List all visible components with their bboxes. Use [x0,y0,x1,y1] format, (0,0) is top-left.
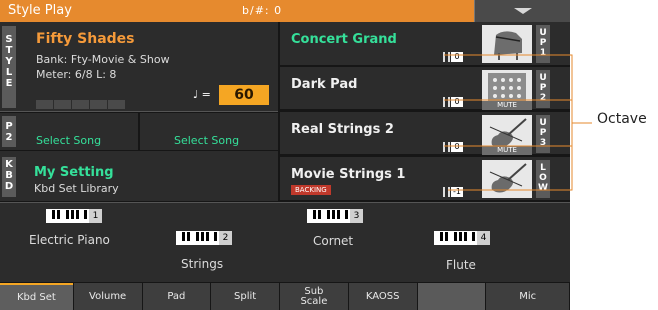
slot-number: 2 [219,231,232,245]
backing-badge: BACKING [291,185,331,195]
octave-indicator: 0 [443,142,463,153]
style-area[interactable]: STYLE Fifty Shades Bank: Fty-Movie & Sho… [0,22,278,112]
page-menu-button[interactable] [474,0,570,22]
sound-row-upper3[interactable]: Real Strings 2 0 MUTE UP3 [280,112,570,155]
tab-sub-scale[interactable]: Sub Scale [280,283,348,310]
player2-vertical-label: P2 [2,116,16,147]
violin-icon [482,160,532,198]
page-title: Style Play [8,3,72,18]
keyboard-set-name: My Setting [34,165,114,180]
indicator [108,100,125,109]
octave-indicator: 0 [443,52,463,63]
keyboard-set-slot-1[interactable]: 1 Electric Piano [29,209,110,247]
octave-value: -1 [451,187,463,197]
tempo-symbol: ♩ = [193,88,211,101]
style-element-indicators [36,94,126,113]
layer-label-low: LOW [536,160,550,198]
slot-number: 1 [89,209,102,223]
octave-value: 0 [451,97,463,107]
octave-indicator: -1 [443,187,463,198]
layer-label-up3: UP3 [536,115,550,153]
keyboard-set-slot-3[interactable]: 3 Cornet [307,209,363,248]
slot-name: Cornet [313,234,354,248]
keyboard-icon [46,209,89,223]
mute-indicator: MUTE [482,146,532,155]
slot-name: Flute [446,258,476,272]
octave-indicator: 0 [443,97,463,108]
indicator [54,100,71,109]
tab-bar: Kbd Set Volume Pad Split Sub Scale KAOSS… [0,283,570,310]
title-bar: Style Play b/#: 0 [0,0,570,22]
tab-mic[interactable]: Mic [486,283,570,310]
indicator [90,100,107,109]
keyboard-icon [176,231,219,245]
sound-name: Real Strings 2 [291,122,394,137]
kbd-vertical-label: KBD [2,157,16,197]
sound-row-lower[interactable]: Movie Strings 1 BACKING -1 LOW [280,157,570,201]
tab-pad[interactable]: Pad [142,283,211,310]
tab-split[interactable]: Split [211,283,280,310]
layer-label-up1: UP1 [536,25,550,63]
tempo-value[interactable]: 60 [219,85,269,105]
indicator [36,100,53,109]
tab-kaoss[interactable]: KAOSS [348,283,417,310]
slot-name: Electric Piano [29,233,110,247]
style-meter: Meter: 6/8 L: 8 [36,68,117,81]
player2-select-song[interactable]: Select Song [174,134,239,147]
octave-value: 0 [451,142,463,152]
sound-name: Movie Strings 1 [291,167,406,182]
octave-value: 0 [451,52,463,62]
sound-row-upper2[interactable]: Dark Pad 0 MUTE UP2 [280,67,570,110]
keyboard-icon [307,209,350,223]
keyboard-set-selector: 1 Electric Piano 2 Strings 3 Cornet 4 Fl… [0,202,570,282]
tab-kbd-set[interactable]: Kbd Set [0,283,73,310]
keyboard-set-slot-4[interactable]: 4 Flute [434,231,490,272]
slot-number: 3 [350,209,363,223]
player-area: P1 Select Song P2 Select Song [0,113,278,150]
divider [138,113,140,150]
style-play-screen: Style Play b/#: 0 STYLE Fifty Shades Ban… [0,0,570,310]
tab-empty [417,283,486,310]
octave-icon [443,52,450,62]
slot-number: 4 [477,231,490,245]
callout-label: Octave [597,111,647,127]
chevron-down-icon [514,8,532,14]
indicator [72,100,89,109]
player1-select-song[interactable]: Select Song [36,134,101,147]
sound-name: Concert Grand [291,32,397,47]
key-signature: b/#: 0 [242,4,283,17]
grand-piano-icon [482,25,532,63]
keyboard-set-slot-2[interactable]: 2 Strings [176,231,232,271]
octave-icon [443,97,450,107]
style-vertical-label: STYLE [2,26,16,108]
style-bank: Bank: Fty-Movie & Show [36,53,170,66]
tab-volume[interactable]: Volume [73,283,142,310]
octave-icon [443,142,450,152]
octave-icon [443,187,450,197]
mute-indicator: MUTE [482,101,532,110]
keyboard-set-area[interactable]: KBD My Setting Kbd Set Library [0,151,278,201]
sound-row-upper1[interactable]: Concert Grand 0 UP1 [280,22,570,66]
keyboard-set-library: Kbd Set Library [34,182,119,195]
layer-label-up2: UP2 [536,70,550,108]
slot-name: Strings [181,257,224,271]
style-name: Fifty Shades [36,31,135,47]
sound-name: Dark Pad [291,77,358,92]
keyboard-icon [434,231,477,245]
